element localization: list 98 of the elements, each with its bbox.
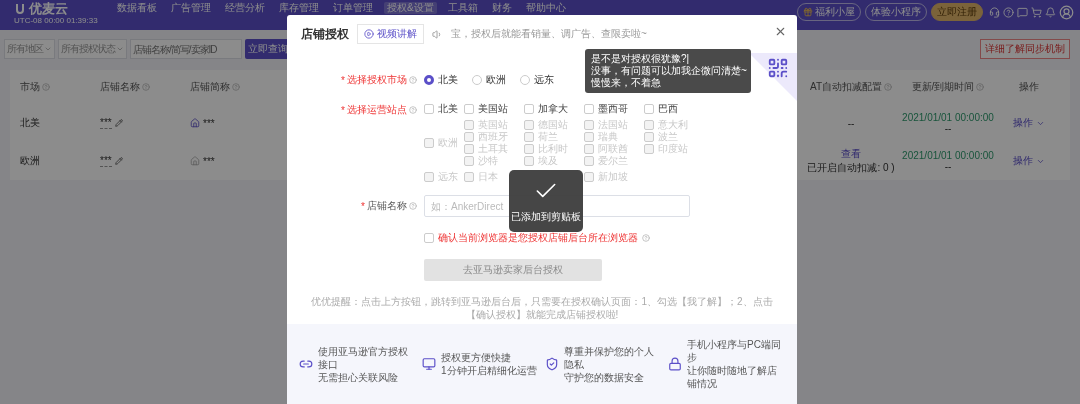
help-icon[interactable] xyxy=(1003,6,1014,18)
gift-icon xyxy=(803,7,813,17)
reminder-text: 优优提醒：点击上方按钮，跳转到亚马逊后台后，只需要在授权确认页面：1、勾选【我了解】；2、点击【确认授权】就能完成店铺授权啦! xyxy=(310,295,774,321)
table-cell: 已开启自动扣减: 0 ) xyxy=(807,161,895,175)
table-cell: *** xyxy=(203,155,215,167)
required-mark: * xyxy=(361,200,365,212)
column-header: 店铺名称 xyxy=(100,80,140,94)
site-checkbox[interactable]: 美国站 xyxy=(464,101,524,117)
nav-item[interactable]: 订单管理 xyxy=(330,2,376,14)
field-label: 店铺名称 xyxy=(367,199,407,213)
feature-title: 手机小程序与PC端同步 xyxy=(687,338,782,364)
field-label: 选择授权市场 xyxy=(347,73,407,87)
required-mark: * xyxy=(341,74,345,86)
column-header: 市场 xyxy=(20,80,40,94)
table-cell: *** xyxy=(100,155,112,167)
nav-item[interactable]: 库存管理 xyxy=(276,2,322,14)
logo-icon xyxy=(14,3,26,15)
nav-item[interactable]: 经营分析 xyxy=(222,2,268,14)
tooltip-text: 没事，有问题可以加我企微问清楚~ xyxy=(591,65,745,77)
help-icon xyxy=(409,76,417,84)
feature-subtitle: 1分钟开启精细化运营 xyxy=(441,364,537,377)
toast-text: 已添加到剪贴板 xyxy=(511,210,581,224)
site-checkbox[interactable]: 墨西哥 xyxy=(584,101,644,117)
table-cell: -- xyxy=(944,161,952,172)
help-icon xyxy=(884,83,892,91)
market-radio[interactable]: 远东 xyxy=(520,73,554,87)
bell-icon[interactable] xyxy=(1045,6,1056,18)
avatar-icon[interactable] xyxy=(1059,4,1074,20)
site-checkbox[interactable]: 巴西 xyxy=(644,101,704,117)
headset-icon[interactable] xyxy=(989,6,1000,18)
edit-icon[interactable] xyxy=(114,119,123,127)
site-checkbox[interactable]: 加拿大 xyxy=(524,101,584,117)
monitor-icon xyxy=(422,357,436,371)
required-mark: * xyxy=(341,104,345,116)
site-checkbox[interactable]: 北美 xyxy=(424,101,464,117)
sync-info-button[interactable]: 详细了解同步机制 xyxy=(980,39,1070,59)
nav-item[interactable]: 工具箱 xyxy=(444,2,481,14)
caret-icon xyxy=(116,45,124,53)
help-icon xyxy=(232,83,240,91)
video-button[interactable]: 视频讲解 xyxy=(357,24,424,44)
edit-icon[interactable] xyxy=(114,157,123,165)
clock-text: UTC-08 00:00 01:39:33 xyxy=(14,16,99,26)
feature-title: 授权更方便快捷 xyxy=(441,351,512,364)
feature-subtitle: 让你随时随地了解店铺情况 xyxy=(687,364,778,390)
column-header: 店铺简称 xyxy=(190,80,230,94)
help-icon xyxy=(642,234,650,242)
logo-text: 优麦云 xyxy=(29,2,68,16)
cart-icon[interactable] xyxy=(1031,6,1042,18)
nav-item[interactable]: 帮助中心 xyxy=(522,2,569,14)
close-button[interactable] xyxy=(774,25,787,38)
qr-code-icon[interactable] xyxy=(767,57,789,79)
help-icon xyxy=(409,202,417,210)
table-cell: 2021/01/01 00:00:00 xyxy=(902,112,994,123)
caret-icon xyxy=(44,45,52,53)
nav-item[interactable]: 财务 xyxy=(488,2,515,14)
column-header: AT自动扣减配置 xyxy=(809,80,882,94)
shield-icon xyxy=(545,357,559,371)
corner-background xyxy=(749,53,797,101)
table-cell: -- xyxy=(847,117,855,129)
field-label: 选择运营站点 xyxy=(347,103,407,117)
confirm-text: 确认当前浏览器是您授权店铺后台所在浏览器 xyxy=(438,231,638,245)
table-cell: 2021/01/01 00:00:00 xyxy=(902,150,994,161)
nav-item[interactable]: 数据看板 xyxy=(114,2,160,14)
table-cell: 欧洲 xyxy=(20,154,40,168)
action-menu[interactable]: 操作 xyxy=(1013,154,1045,168)
help-icon xyxy=(42,83,50,91)
action-menu[interactable]: 操作 xyxy=(1013,116,1045,130)
market-radio[interactable]: 北美 xyxy=(424,73,458,87)
tooltip-text: 是不是对授权很犹豫?| xyxy=(591,53,691,65)
register-button[interactable]: 立即注册 xyxy=(931,3,983,21)
link-icon xyxy=(299,357,313,371)
confirm-checkbox[interactable] xyxy=(424,233,434,243)
nav-item[interactable]: 广告管理 xyxy=(168,2,214,14)
dialog-title: 店铺授权 xyxy=(301,25,349,43)
message-icon[interactable] xyxy=(1017,6,1028,18)
lock-icon xyxy=(668,357,682,371)
search-field[interactable]: 店铺名称/简写/卖家ID xyxy=(130,39,242,59)
table-cell: *** xyxy=(100,117,112,129)
column-header: 操作 xyxy=(1019,80,1039,94)
table-cell: -- xyxy=(944,123,952,134)
notice-text: 宝，授权后就能看销量、调广告、查限卖啦~ xyxy=(451,27,647,41)
table-cell: *** xyxy=(203,117,215,129)
home-icon[interactable] xyxy=(190,156,200,166)
column-header: 更新/到期时间 xyxy=(911,80,975,94)
tooltip-text: 慢慢来，不着急 xyxy=(591,77,662,89)
feature-title: 使用亚马逊官方授权接口 xyxy=(318,344,409,371)
table-cell: 北美 xyxy=(20,116,40,130)
help-icon xyxy=(976,83,985,91)
feature-title: 尊重并保护您的个人隐私 xyxy=(564,344,655,371)
feature-subtitle: 守护您的数据安全 xyxy=(564,370,645,384)
help-icon xyxy=(142,83,150,91)
view-link[interactable]: 查看 xyxy=(841,147,861,161)
market-radio[interactable]: 欧洲 xyxy=(472,73,506,87)
feature-subtitle: 无需担心关联风险 xyxy=(318,370,399,384)
speaker-icon xyxy=(432,28,443,40)
home-icon[interactable] xyxy=(190,118,200,128)
play-icon xyxy=(364,29,374,39)
help-icon xyxy=(409,106,417,114)
